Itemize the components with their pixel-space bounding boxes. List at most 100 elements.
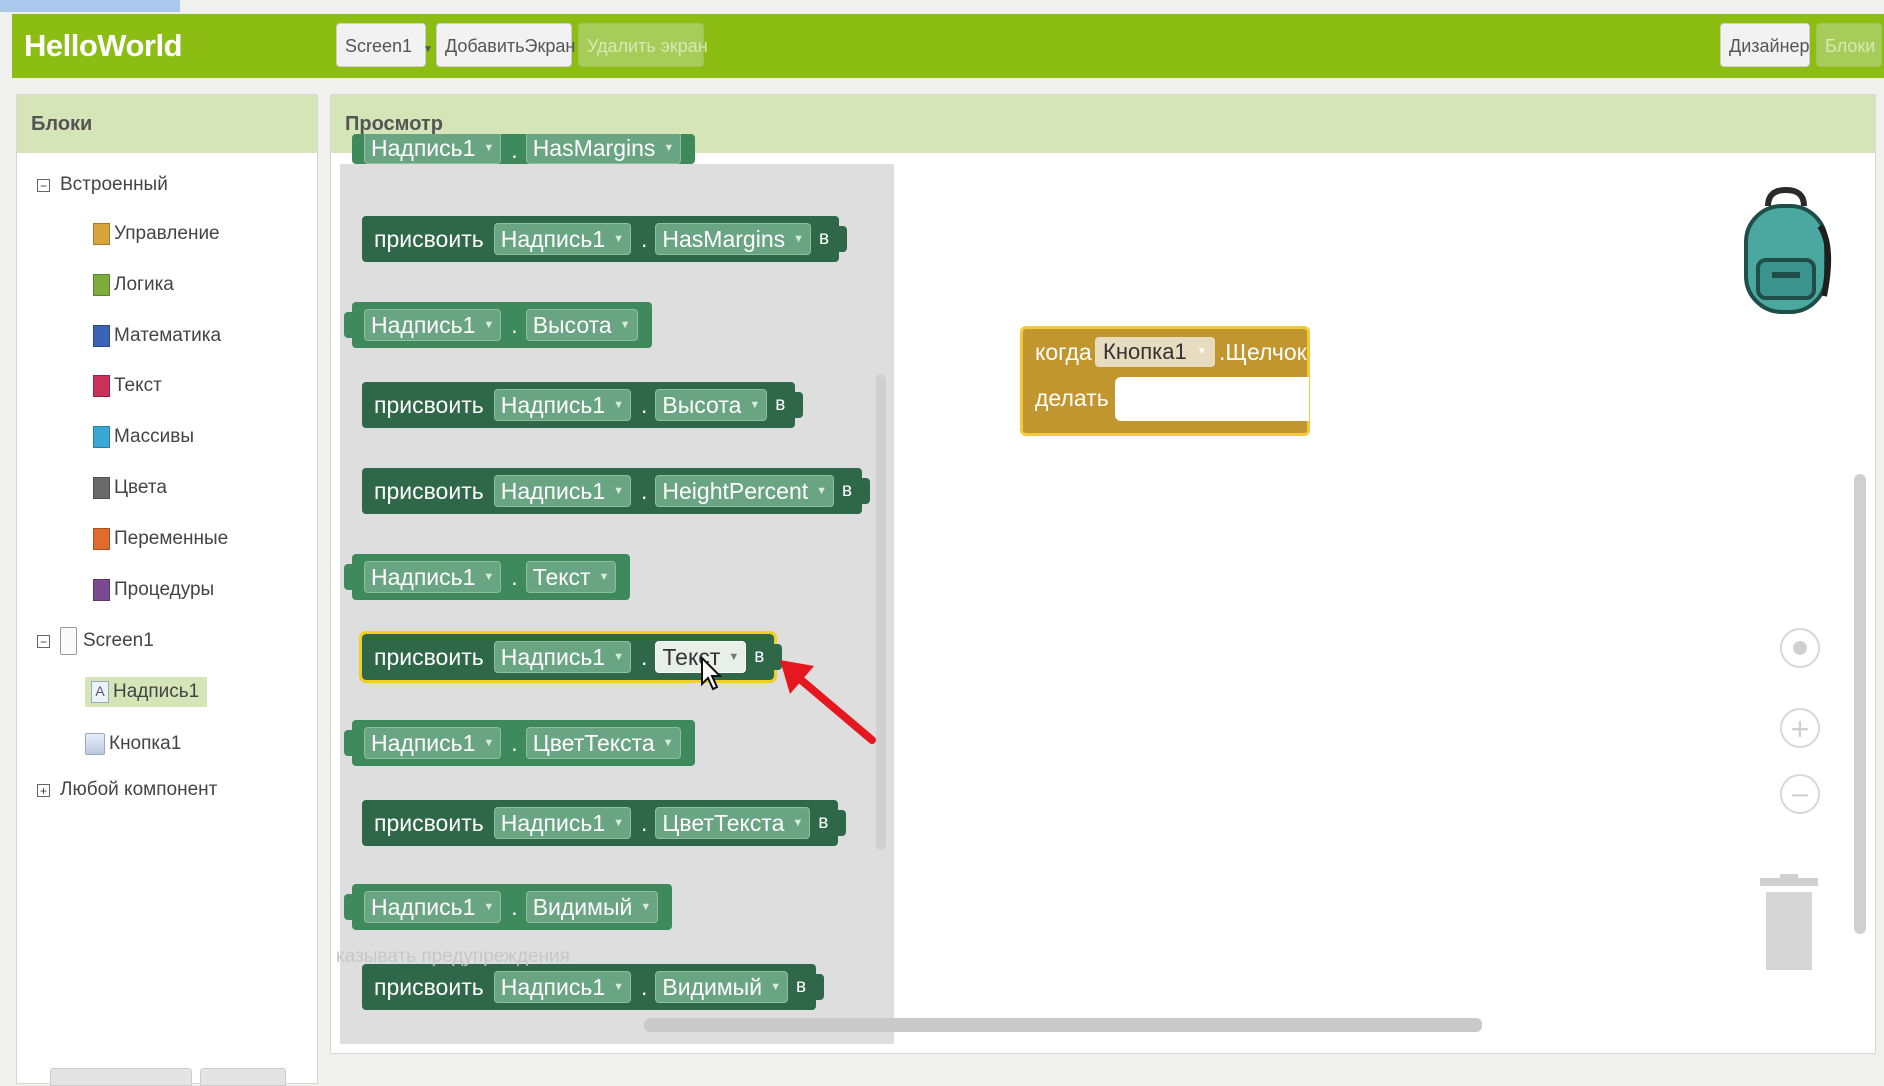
collapse-icon[interactable]: − [37, 634, 50, 648]
chevron-down-icon: ▼ [483, 142, 495, 154]
chevron-down-icon: ▼ [613, 981, 625, 993]
zoom-out-icon[interactable]: − [1780, 774, 1820, 814]
component-dropdown[interactable]: Надпись1 ▼ [493, 475, 632, 507]
component-dropdown[interactable]: Надпись1 ▼ [493, 223, 632, 255]
value-socket[interactable] [795, 392, 804, 418]
expand-icon[interactable]: + [37, 783, 50, 797]
value-socket[interactable] [816, 974, 825, 1000]
property-dropdown[interactable]: HasMargins ▼ [525, 134, 682, 164]
value-socket[interactable] [839, 226, 848, 252]
designer-button[interactable]: Дизайнер [1720, 23, 1810, 67]
add-screen-button[interactable]: ДобавитьЭкран [436, 23, 575, 67]
collapse-icon[interactable]: − [37, 178, 50, 192]
property-dropdown-label: HeightPercent [662, 477, 809, 504]
property-setter-block[interactable]: присвоить Надпись1 ▼. Высота ▼ в [362, 382, 804, 428]
property-setter-block[interactable]: присвоить Надпись1 ▼. HeightPercent ▼ в [362, 468, 871, 514]
backpack-icon[interactable] [1738, 186, 1834, 318]
property-getter-block[interactable]: Надпись1 ▼. ЦветТекста ▼ [344, 720, 695, 766]
tree-builtin-item-label: Математика [114, 325, 222, 346]
tree-screen-label: Screen1 [83, 630, 154, 651]
tree-component-item[interactable]: Кнопка1 [85, 733, 181, 755]
component-dropdown-label: Надпись1 [500, 225, 606, 252]
tree-any-component[interactable]: + Любой компонент [37, 779, 217, 801]
property-dropdown[interactable]: ЦветТекста ▼ [525, 727, 681, 759]
chevron-down-icon: ▼ [728, 651, 740, 663]
component-dropdown[interactable]: Надпись1 ▼ [364, 134, 502, 164]
tree-builtin-item[interactable]: Логика [93, 274, 174, 296]
tree-component-label: Надпись1 [113, 681, 200, 702]
blocks-flyout[interactable]: Надпись1 ▼. HasMargins ▼ присвоить Надпись1 ▼.… [340, 134, 894, 1044]
tree-builtin-item[interactable]: Переменные [93, 528, 228, 550]
event-component-label: Кнопка1 [1103, 339, 1187, 364]
category-color-icon [93, 477, 110, 499]
component-dropdown[interactable]: Надпись1 ▼ [493, 641, 632, 673]
tree-screen[interactable]: − Screen1 [37, 627, 154, 655]
set-keyword-label: присвоить [374, 809, 484, 836]
event-block-button-click[interactable]: когда Кнопка1 ▼ .Щелчок делать [1020, 326, 1310, 436]
flyout-scrollbar[interactable] [876, 374, 886, 850]
value-socket[interactable] [862, 478, 871, 504]
property-dropdown[interactable]: Высота ▼ [655, 389, 768, 421]
blocks-panel: Блоки − Встроенный Управление Логика Математ… [16, 94, 318, 1084]
chevron-down-icon: ▼ [613, 651, 625, 663]
trash-icon[interactable] [1758, 874, 1820, 974]
blocks-workspace[interactable] [894, 164, 1866, 1044]
chevron-down-icon: ▼ [749, 399, 761, 411]
bottom-button-right[interactable] [200, 1068, 286, 1086]
event-do-label: делать [1035, 385, 1109, 411]
component-dropdown-label: Надпись1 [500, 809, 606, 836]
value-socket[interactable] [838, 810, 847, 836]
bottom-button-left[interactable] [50, 1068, 192, 1086]
dot-separator: . [641, 643, 648, 670]
property-setter-block[interactable]: присвоить Надпись1 ▼. ЦветТекста ▼ в [362, 800, 847, 846]
chevron-down-icon: ▼ [598, 571, 610, 583]
chevron-down-icon: ▼ [613, 485, 625, 497]
chevron-down-icon: ▼ [483, 571, 495, 583]
property-dropdown-label: Текст [532, 563, 591, 590]
dot-separator: . [511, 893, 518, 920]
remove-screen-button[interactable]: Удалить экран [578, 23, 708, 67]
chevron-down-icon: ▼ [793, 233, 805, 245]
screen-select[interactable]: Screen1 ▼ [336, 23, 433, 67]
property-dropdown[interactable]: Видимый ▼ [525, 891, 659, 923]
zoom-in-icon[interactable]: + [1780, 708, 1820, 748]
show-warnings-text[interactable]: казывать предупреждения [336, 946, 570, 968]
tree-builtin-item[interactable]: Математика [93, 325, 221, 347]
center-workspace-icon[interactable] [1780, 628, 1820, 668]
property-dropdown[interactable]: ЦветТекста ▼ [655, 807, 811, 839]
component-dropdown[interactable]: Надпись1 ▼ [493, 807, 632, 839]
component-dropdown[interactable]: Надпись1 ▼ [364, 891, 502, 923]
property-dropdown[interactable]: Текст ▼ [525, 561, 617, 593]
property-dropdown[interactable]: HasMargins ▼ [655, 223, 812, 255]
component-dropdown[interactable]: Надпись1 ▼ [364, 727, 502, 759]
tree-builtin-item[interactable]: Массивы [93, 426, 194, 448]
to-label: в [818, 812, 829, 833]
tree-component-item[interactable]: A Надпись1 [85, 677, 208, 707]
tree-builtin-item[interactable]: Цвета [93, 477, 167, 499]
event-do-slot[interactable] [1115, 377, 1309, 421]
component-dropdown[interactable]: Надпись1 ▼ [364, 561, 502, 593]
dot-separator: . [511, 311, 518, 338]
property-setter-block[interactable]: присвоить Надпись1 ▼. HasMargins ▼ в [362, 216, 848, 262]
tree-builtin-item[interactable]: Процедуры [93, 579, 214, 601]
property-getter-block[interactable]: Надпись1 ▼. Высота ▼ [344, 302, 652, 348]
property-dropdown[interactable]: Высота ▼ [525, 309, 638, 341]
event-component-dropdown[interactable]: Кнопка1 ▼ [1095, 337, 1215, 367]
tree-builtin[interactable]: − Встроенный [37, 174, 168, 196]
dot-separator: . [511, 563, 518, 590]
property-dropdown[interactable]: Видимый ▼ [655, 971, 788, 1003]
component-dropdown[interactable]: Надпись1 ▼ [493, 389, 632, 421]
property-getter-block[interactable]: Надпись1 ▼. HasMargins ▼ [352, 134, 696, 164]
property-dropdown[interactable]: HeightPercent ▼ [655, 475, 835, 507]
workspace-horizontal-scrollbar[interactable] [644, 1018, 1482, 1032]
component-dropdown[interactable]: Надпись1 ▼ [364, 309, 502, 341]
property-getter-block[interactable]: Надпись1 ▼. Текст ▼ [344, 554, 631, 600]
blocks-button[interactable]: Блоки [1816, 23, 1882, 67]
tree-builtin-item[interactable]: Управление [93, 223, 220, 245]
tree-builtin-item[interactable]: Текст [93, 375, 162, 397]
property-getter-block[interactable]: Надпись1 ▼. Видимый ▼ [344, 884, 673, 930]
property-setter-block[interactable]: присвоить Надпись1 ▼. Видимый ▼ в [362, 964, 825, 1010]
component-dropdown-label: Надпись1 [371, 893, 476, 920]
component-dropdown[interactable]: Надпись1 ▼ [493, 971, 632, 1003]
workspace-vertical-scrollbar[interactable] [1854, 474, 1866, 934]
